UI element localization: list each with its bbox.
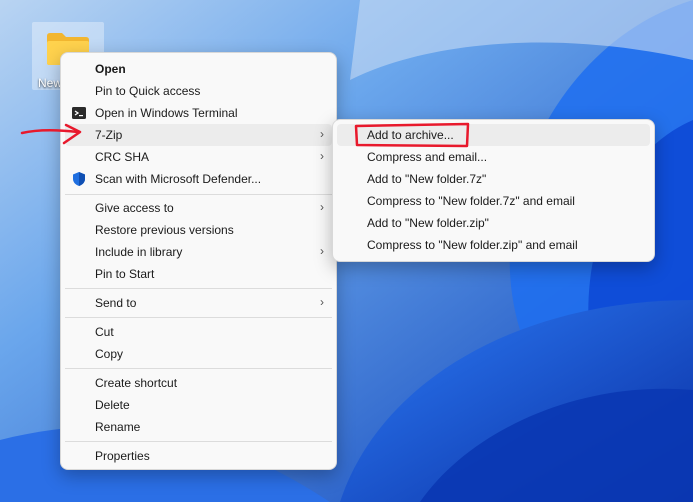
menu-separator: [65, 368, 332, 369]
menu-item-7zip[interactable]: 7-Zip ›: [65, 124, 332, 146]
menu-item-scan-defender[interactable]: Scan with Microsoft Defender...: [65, 168, 332, 190]
menu-item-label: Copy: [95, 347, 124, 361]
menu-item-label: 7-Zip: [95, 128, 123, 142]
menu-item-send-to[interactable]: Send to ›: [65, 292, 332, 314]
submenu-item-label: Add to archive...: [367, 128, 454, 142]
menu-item-label: Send to: [95, 296, 137, 310]
menu-separator: [65, 288, 332, 289]
menu-item-pin-quick-access[interactable]: Pin to Quick access: [65, 80, 332, 102]
menu-item-open-terminal[interactable]: Open in Windows Terminal: [65, 102, 332, 124]
menu-item-create-shortcut[interactable]: Create shortcut: [65, 372, 332, 394]
menu-item-label: Give access to: [95, 201, 174, 215]
submenu-item-compress-email[interactable]: Compress and email...: [337, 146, 650, 168]
submenu-item-label: Add to "New folder.7z": [367, 172, 487, 186]
menu-item-give-access[interactable]: Give access to ›: [65, 197, 332, 219]
menu-item-label: Delete: [95, 398, 130, 412]
chevron-right-icon: ›: [320, 127, 324, 141]
menu-item-copy[interactable]: Copy: [65, 343, 332, 365]
chevron-right-icon: ›: [320, 244, 324, 258]
submenu-item-add-7z[interactable]: Add to "New folder.7z": [337, 168, 650, 190]
menu-item-label: Scan with Microsoft Defender...: [95, 172, 262, 186]
context-menu: Open Pin to Quick access Open in Windows…: [60, 52, 337, 470]
chevron-right-icon: ›: [320, 149, 324, 163]
menu-item-crc-sha[interactable]: CRC SHA ›: [65, 146, 332, 168]
submenu-item-add-to-archive[interactable]: Add to archive...: [337, 124, 650, 146]
menu-item-label: Restore previous versions: [95, 223, 234, 237]
menu-item-properties[interactable]: Properties: [65, 445, 332, 467]
chevron-right-icon: ›: [320, 200, 324, 214]
submenu-item-compress-zip-email[interactable]: Compress to "New folder.zip" and email: [337, 234, 650, 256]
submenu-item-label: Compress and email...: [367, 150, 488, 164]
menu-item-cut[interactable]: Cut: [65, 321, 332, 343]
menu-item-rename[interactable]: Rename: [65, 416, 332, 438]
menu-separator: [65, 317, 332, 318]
menu-item-restore-versions[interactable]: Restore previous versions: [65, 219, 332, 241]
menu-item-pin-start[interactable]: Pin to Start: [65, 263, 332, 285]
submenu-item-label: Compress to "New folder.7z" and email: [367, 194, 575, 208]
menu-item-label: Create shortcut: [95, 376, 178, 390]
menu-item-include-library[interactable]: Include in library ›: [65, 241, 332, 263]
submenu-item-add-zip[interactable]: Add to "New folder.zip": [337, 212, 650, 234]
menu-separator: [65, 194, 332, 195]
menu-item-label: CRC SHA: [95, 150, 150, 164]
menu-item-label: Open in Windows Terminal: [95, 106, 238, 120]
submenu-item-label: Compress to "New folder.zip" and email: [367, 238, 578, 252]
menu-item-open[interactable]: Open: [65, 58, 332, 80]
submenu-item-compress-7z-email[interactable]: Compress to "New folder.7z" and email: [337, 190, 650, 212]
submenu-7zip: Add to archive... Compress and email... …: [332, 119, 655, 262]
chevron-right-icon: ›: [320, 295, 324, 309]
menu-item-label: Properties: [95, 449, 150, 463]
menu-item-delete[interactable]: Delete: [65, 394, 332, 416]
menu-item-label: Include in library: [95, 245, 183, 259]
terminal-icon: [72, 107, 86, 119]
menu-item-label: Rename: [95, 420, 141, 434]
menu-item-label: Pin to Start: [95, 267, 155, 281]
submenu-item-label: Add to "New folder.zip": [367, 216, 489, 230]
menu-item-label: Open: [95, 62, 126, 76]
defender-shield-icon: [73, 172, 85, 186]
menu-item-label: Pin to Quick access: [95, 84, 201, 98]
menu-separator: [65, 441, 332, 442]
menu-item-label: Cut: [95, 325, 114, 339]
